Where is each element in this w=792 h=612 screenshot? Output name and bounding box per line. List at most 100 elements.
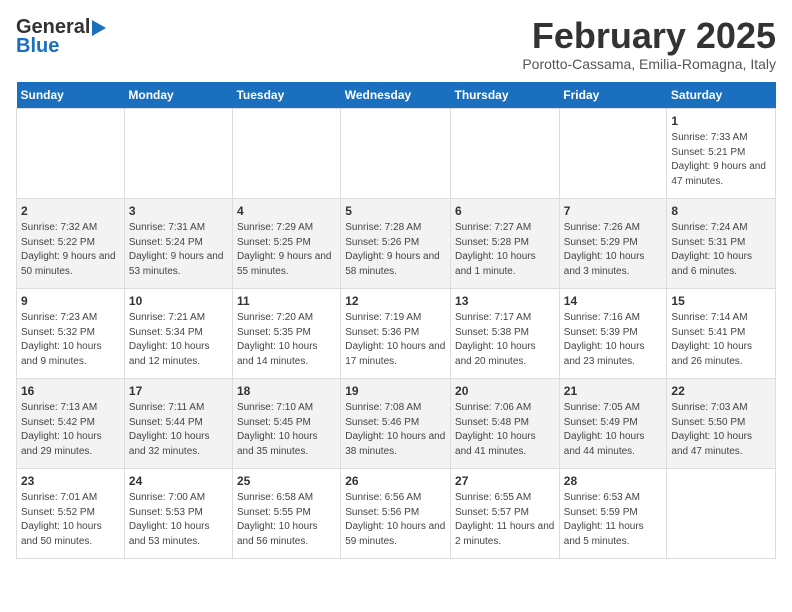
calendar-cell: 10Sunrise: 7:21 AM Sunset: 5:34 PM Dayli… bbox=[124, 288, 232, 378]
day-number: 16 bbox=[21, 383, 120, 400]
day-number: 21 bbox=[564, 383, 663, 400]
day-number: 13 bbox=[455, 293, 555, 310]
calendar-cell: 27Sunrise: 6:55 AM Sunset: 5:57 PM Dayli… bbox=[451, 468, 560, 558]
day-number: 23 bbox=[21, 473, 120, 490]
day-number: 28 bbox=[564, 473, 663, 490]
calendar-header-row: Sunday Monday Tuesday Wednesday Thursday… bbox=[17, 82, 776, 109]
calendar-cell: 18Sunrise: 7:10 AM Sunset: 5:45 PM Dayli… bbox=[232, 378, 340, 468]
calendar-cell: 2Sunrise: 7:32 AM Sunset: 5:22 PM Daylig… bbox=[17, 198, 125, 288]
day-number: 8 bbox=[671, 203, 771, 220]
calendar-cell: 1Sunrise: 7:33 AM Sunset: 5:21 PM Daylig… bbox=[667, 108, 776, 198]
col-tuesday: Tuesday bbox=[232, 82, 340, 109]
day-info: Sunrise: 7:26 AM Sunset: 5:29 PM Dayligh… bbox=[564, 221, 663, 279]
col-thursday: Thursday bbox=[451, 82, 560, 109]
day-info: Sunrise: 7:32 AM Sunset: 5:22 PM Dayligh… bbox=[21, 221, 120, 279]
day-number: 18 bbox=[237, 383, 336, 400]
day-number: 11 bbox=[237, 293, 336, 310]
day-info: Sunrise: 7:14 AM Sunset: 5:41 PM Dayligh… bbox=[671, 311, 771, 369]
day-number: 12 bbox=[345, 293, 446, 310]
day-info: Sunrise: 7:21 AM Sunset: 5:34 PM Dayligh… bbox=[129, 311, 228, 369]
calendar-table: Sunday Monday Tuesday Wednesday Thursday… bbox=[16, 82, 776, 559]
day-info: Sunrise: 7:05 AM Sunset: 5:49 PM Dayligh… bbox=[564, 401, 663, 459]
day-number: 4 bbox=[237, 203, 336, 220]
day-info: Sunrise: 7:28 AM Sunset: 5:26 PM Dayligh… bbox=[345, 221, 446, 279]
day-info: Sunrise: 6:53 AM Sunset: 5:59 PM Dayligh… bbox=[564, 491, 663, 549]
day-number: 19 bbox=[345, 383, 446, 400]
day-number: 10 bbox=[129, 293, 228, 310]
day-info: Sunrise: 7:11 AM Sunset: 5:44 PM Dayligh… bbox=[129, 401, 228, 459]
day-number: 5 bbox=[345, 203, 446, 220]
calendar-cell: 5Sunrise: 7:28 AM Sunset: 5:26 PM Daylig… bbox=[341, 198, 451, 288]
day-info: Sunrise: 7:29 AM Sunset: 5:25 PM Dayligh… bbox=[237, 221, 336, 279]
calendar-cell: 8Sunrise: 7:24 AM Sunset: 5:31 PM Daylig… bbox=[667, 198, 776, 288]
calendar-cell: 25Sunrise: 6:58 AM Sunset: 5:55 PM Dayli… bbox=[232, 468, 340, 558]
calendar-cell: 4Sunrise: 7:29 AM Sunset: 5:25 PM Daylig… bbox=[232, 198, 340, 288]
day-number: 24 bbox=[129, 473, 228, 490]
day-info: Sunrise: 7:24 AM Sunset: 5:31 PM Dayligh… bbox=[671, 221, 771, 279]
day-number: 20 bbox=[455, 383, 555, 400]
calendar-cell: 3Sunrise: 7:31 AM Sunset: 5:24 PM Daylig… bbox=[124, 198, 232, 288]
calendar-cell: 22Sunrise: 7:03 AM Sunset: 5:50 PM Dayli… bbox=[667, 378, 776, 468]
day-info: Sunrise: 7:03 AM Sunset: 5:50 PM Dayligh… bbox=[671, 401, 771, 459]
calendar-cell: 20Sunrise: 7:06 AM Sunset: 5:48 PM Dayli… bbox=[451, 378, 560, 468]
day-number: 25 bbox=[237, 473, 336, 490]
day-info: Sunrise: 7:16 AM Sunset: 5:39 PM Dayligh… bbox=[564, 311, 663, 369]
day-info: Sunrise: 7:23 AM Sunset: 5:32 PM Dayligh… bbox=[21, 311, 120, 369]
calendar-cell: 13Sunrise: 7:17 AM Sunset: 5:38 PM Dayli… bbox=[451, 288, 560, 378]
day-info: Sunrise: 7:17 AM Sunset: 5:38 PM Dayligh… bbox=[455, 311, 555, 369]
week-row-5: 23Sunrise: 7:01 AM Sunset: 5:52 PM Dayli… bbox=[17, 468, 776, 558]
day-info: Sunrise: 7:27 AM Sunset: 5:28 PM Dayligh… bbox=[455, 221, 555, 279]
day-info: Sunrise: 6:55 AM Sunset: 5:57 PM Dayligh… bbox=[455, 491, 555, 549]
day-info: Sunrise: 7:08 AM Sunset: 5:46 PM Dayligh… bbox=[345, 401, 446, 459]
day-info: Sunrise: 7:00 AM Sunset: 5:53 PM Dayligh… bbox=[129, 491, 228, 549]
day-number: 26 bbox=[345, 473, 446, 490]
day-info: Sunrise: 7:10 AM Sunset: 5:45 PM Dayligh… bbox=[237, 401, 336, 459]
week-row-3: 9Sunrise: 7:23 AM Sunset: 5:32 PM Daylig… bbox=[17, 288, 776, 378]
day-number: 14 bbox=[564, 293, 663, 310]
calendar-cell: 15Sunrise: 7:14 AM Sunset: 5:41 PM Dayli… bbox=[667, 288, 776, 378]
day-info: Sunrise: 7:13 AM Sunset: 5:42 PM Dayligh… bbox=[21, 401, 120, 459]
calendar-cell bbox=[451, 108, 560, 198]
calendar-cell: 19Sunrise: 7:08 AM Sunset: 5:46 PM Dayli… bbox=[341, 378, 451, 468]
page-header: General Blue February 2025 Porotto-Cassa… bbox=[16, 16, 776, 72]
day-number: 3 bbox=[129, 203, 228, 220]
calendar-cell bbox=[124, 108, 232, 198]
week-row-1: 1Sunrise: 7:33 AM Sunset: 5:21 PM Daylig… bbox=[17, 108, 776, 198]
day-info: Sunrise: 7:06 AM Sunset: 5:48 PM Dayligh… bbox=[455, 401, 555, 459]
calendar-cell: 17Sunrise: 7:11 AM Sunset: 5:44 PM Dayli… bbox=[124, 378, 232, 468]
logo-arrow-icon bbox=[92, 20, 106, 36]
day-info: Sunrise: 7:01 AM Sunset: 5:52 PM Dayligh… bbox=[21, 491, 120, 549]
day-info: Sunrise: 7:19 AM Sunset: 5:36 PM Dayligh… bbox=[345, 311, 446, 369]
calendar-cell bbox=[17, 108, 125, 198]
calendar-cell: 9Sunrise: 7:23 AM Sunset: 5:32 PM Daylig… bbox=[17, 288, 125, 378]
day-number: 22 bbox=[671, 383, 771, 400]
calendar-cell: 23Sunrise: 7:01 AM Sunset: 5:52 PM Dayli… bbox=[17, 468, 125, 558]
calendar-title: February 2025 bbox=[522, 16, 776, 56]
day-number: 2 bbox=[21, 203, 120, 220]
calendar-cell: 28Sunrise: 6:53 AM Sunset: 5:59 PM Dayli… bbox=[559, 468, 667, 558]
logo: General Blue bbox=[16, 16, 106, 58]
col-wednesday: Wednesday bbox=[341, 82, 451, 109]
day-number: 1 bbox=[671, 113, 771, 130]
title-section: February 2025 Porotto-Cassama, Emilia-Ro… bbox=[522, 16, 776, 72]
day-number: 17 bbox=[129, 383, 228, 400]
col-sunday: Sunday bbox=[17, 82, 125, 109]
day-info: Sunrise: 7:20 AM Sunset: 5:35 PM Dayligh… bbox=[237, 311, 336, 369]
calendar-cell bbox=[341, 108, 451, 198]
day-number: 15 bbox=[671, 293, 771, 310]
week-row-4: 16Sunrise: 7:13 AM Sunset: 5:42 PM Dayli… bbox=[17, 378, 776, 468]
col-monday: Monday bbox=[124, 82, 232, 109]
calendar-cell: 6Sunrise: 7:27 AM Sunset: 5:28 PM Daylig… bbox=[451, 198, 560, 288]
day-number: 6 bbox=[455, 203, 555, 220]
calendar-cell: 21Sunrise: 7:05 AM Sunset: 5:49 PM Dayli… bbox=[559, 378, 667, 468]
calendar-cell: 14Sunrise: 7:16 AM Sunset: 5:39 PM Dayli… bbox=[559, 288, 667, 378]
calendar-subtitle: Porotto-Cassama, Emilia-Romagna, Italy bbox=[522, 56, 776, 72]
day-number: 7 bbox=[564, 203, 663, 220]
week-row-2: 2Sunrise: 7:32 AM Sunset: 5:22 PM Daylig… bbox=[17, 198, 776, 288]
calendar-cell: 7Sunrise: 7:26 AM Sunset: 5:29 PM Daylig… bbox=[559, 198, 667, 288]
logo-text-blue: Blue bbox=[16, 35, 59, 58]
col-saturday: Saturday bbox=[667, 82, 776, 109]
calendar-cell bbox=[232, 108, 340, 198]
day-number: 9 bbox=[21, 293, 120, 310]
calendar-cell: 12Sunrise: 7:19 AM Sunset: 5:36 PM Dayli… bbox=[341, 288, 451, 378]
